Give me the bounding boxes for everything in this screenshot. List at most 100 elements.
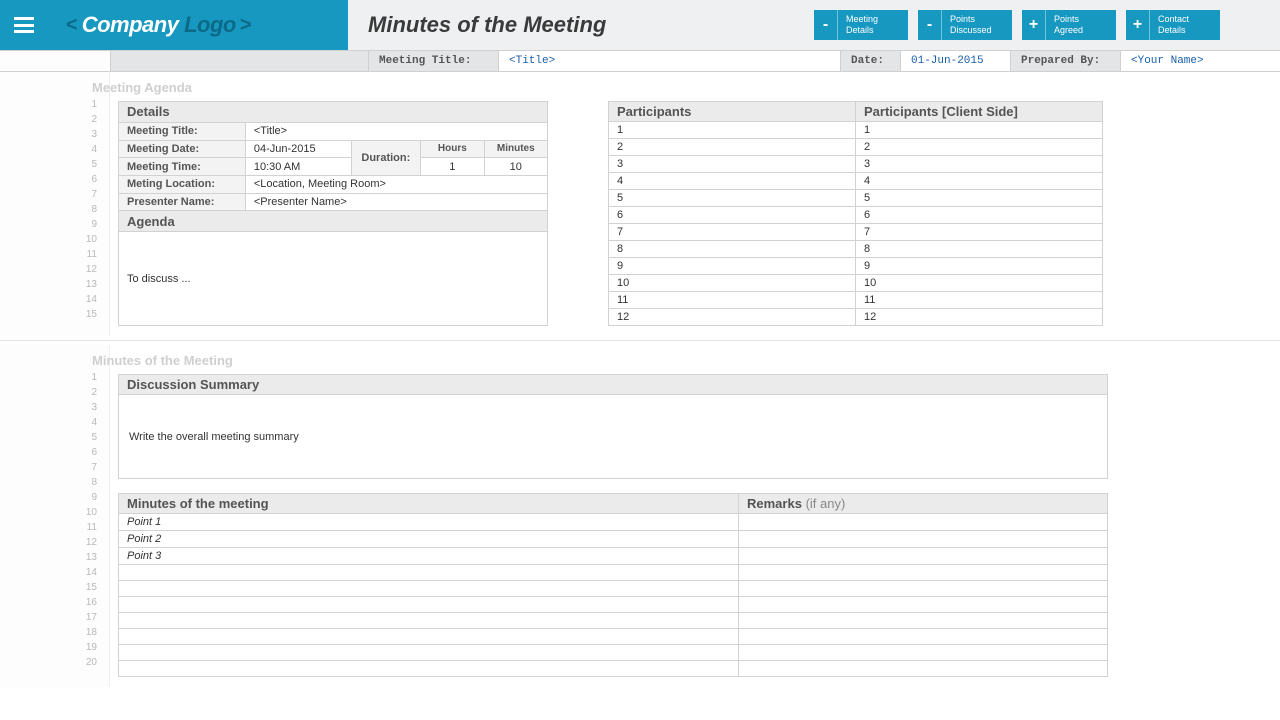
plus-icon: + <box>1126 10 1150 40</box>
participant-client-cell[interactable]: 8 <box>856 241 1103 258</box>
minutes-point-cell[interactable] <box>119 597 739 613</box>
participant-cell[interactable]: 9 <box>609 258 856 275</box>
meta-title-label: Meeting Title: <box>368 51 498 71</box>
row-number: 10 <box>0 232 97 247</box>
participant-cell[interactable]: 4 <box>609 173 856 190</box>
remarks-cell[interactable] <box>739 531 1108 548</box>
row-number: 17 <box>0 610 97 625</box>
participant-cell[interactable]: 12 <box>609 309 856 326</box>
row-number: 5 <box>0 430 97 445</box>
participant-cell[interactable]: 11 <box>609 292 856 309</box>
meeting-date-label: Meeting Date: <box>119 140 246 158</box>
minutes-point-cell[interactable] <box>119 581 739 597</box>
remarks-cell[interactable] <box>739 629 1108 645</box>
participant-client-cell[interactable]: 4 <box>856 173 1103 190</box>
section-divider <box>0 340 1280 341</box>
nav-points-agreed-button[interactable]: + PointsAgreed <box>1022 10 1116 40</box>
row-number: 15 <box>0 580 97 595</box>
row-number: 13 <box>0 277 97 292</box>
participant-cell[interactable]: 6 <box>609 207 856 224</box>
minutes-value[interactable]: 10 <box>484 158 547 176</box>
participant-client-cell[interactable]: 12 <box>856 309 1103 326</box>
hours-value[interactable]: 1 <box>421 158 484 176</box>
participant-cell[interactable]: 3 <box>609 156 856 173</box>
participants-table: Participants Participants [Client Side] … <box>608 101 1103 326</box>
participant-client-cell[interactable]: 3 <box>856 156 1103 173</box>
participant-client-cell[interactable]: 5 <box>856 190 1103 207</box>
remarks-header: Remarks (if any) <box>739 494 1108 514</box>
row-number: 12 <box>0 535 97 550</box>
participants-header: Participants <box>609 102 856 122</box>
participant-client-cell[interactable]: 2 <box>856 139 1103 156</box>
row-number: 12 <box>0 262 97 277</box>
participant-cell[interactable]: 10 <box>609 275 856 292</box>
presenter-value[interactable]: <Presenter Name> <box>245 193 547 211</box>
row-number: 7 <box>0 460 97 475</box>
participant-client-cell[interactable]: 1 <box>856 122 1103 139</box>
participant-client-cell[interactable]: 11 <box>856 292 1103 309</box>
participants-client-header: Participants [Client Side] <box>856 102 1103 122</box>
participant-client-cell[interactable]: 9 <box>856 258 1103 275</box>
row-gutter-agenda: 123456789101112131415 <box>0 72 110 336</box>
remarks-cell[interactable] <box>739 597 1108 613</box>
meta-prepared-value[interactable]: <Your Name> <box>1120 51 1280 71</box>
remarks-cell[interactable] <box>739 645 1108 661</box>
minutes-point-cell[interactable] <box>119 613 739 629</box>
minutes-point-cell[interactable]: Point 1 <box>119 514 739 531</box>
meeting-time-value[interactable]: 10:30 AM <box>245 158 351 176</box>
agenda-body[interactable]: To discuss ... <box>119 232 548 326</box>
meeting-title-value[interactable]: <Title> <box>245 122 547 140</box>
remarks-cell[interactable] <box>739 565 1108 581</box>
meta-date-value[interactable]: 01-Jun-2015 <box>900 51 1010 71</box>
minutes-point-cell[interactable] <box>119 661 739 677</box>
participant-cell[interactable]: 7 <box>609 224 856 241</box>
row-number: 3 <box>0 400 97 415</box>
row-number: 20 <box>0 655 97 670</box>
participant-client-cell[interactable]: 6 <box>856 207 1103 224</box>
details-header: Details <box>119 102 548 123</box>
row-number: 1 <box>0 370 97 385</box>
remarks-cell[interactable] <box>739 661 1108 677</box>
nav-meeting-details-button[interactable]: - MeetingDetails <box>814 10 908 40</box>
participant-cell[interactable]: 1 <box>609 122 856 139</box>
mom-header: Minutes of the meeting <box>119 494 739 514</box>
row-number: 4 <box>0 415 97 430</box>
participant-client-cell[interactable]: 7 <box>856 224 1103 241</box>
hamburger-icon <box>14 17 34 33</box>
remarks-cell[interactable] <box>739 613 1108 629</box>
minutes-point-cell[interactable]: Point 2 <box>119 531 739 548</box>
meta-prepared-label: Prepared By: <box>1010 51 1120 71</box>
minutes-point-cell[interactable] <box>119 645 739 661</box>
row-number: 1 <box>0 97 97 112</box>
summary-body[interactable]: Write the overall meeting summary <box>119 395 1108 479</box>
details-table: Details Meeting Title: <Title> Meeting D… <box>118 101 548 326</box>
remarks-cell[interactable] <box>739 581 1108 597</box>
participant-client-cell[interactable]: 10 <box>856 275 1103 292</box>
remarks-cell[interactable] <box>739 548 1108 565</box>
minutes-point-cell[interactable] <box>119 565 739 581</box>
nav-contact-details-button[interactable]: + ContactDetails <box>1126 10 1220 40</box>
summary-header: Discussion Summary <box>119 375 1108 395</box>
row-number: 11 <box>0 247 97 262</box>
meta-bar: Meeting Title: <Title> Date: 01-Jun-2015… <box>0 50 1280 72</box>
row-number: 2 <box>0 112 97 127</box>
section-heading-agenda: Meeting Agenda <box>92 80 1220 95</box>
minutes-point-cell[interactable]: Point 3 <box>119 548 739 565</box>
participant-cell[interactable]: 5 <box>609 190 856 207</box>
participant-cell[interactable]: 8 <box>609 241 856 258</box>
meeting-time-label: Meeting Time: <box>119 158 246 176</box>
meeting-date-value[interactable]: 04-Jun-2015 <box>245 140 351 158</box>
row-number: 2 <box>0 385 97 400</box>
minutes-label: Minutes <box>484 140 547 158</box>
duration-label: Duration: <box>351 140 421 175</box>
meta-title-value[interactable]: <Title> <box>498 51 840 71</box>
logo-bracket-right: > <box>240 14 252 37</box>
location-value[interactable]: <Location, Meeting Room> <box>245 175 547 193</box>
remarks-cell[interactable] <box>739 514 1108 531</box>
nav-points-discussed-button[interactable]: - PointsDiscussed <box>918 10 1012 40</box>
hamburger-menu-button[interactable] <box>0 0 48 50</box>
participant-cell[interactable]: 2 <box>609 139 856 156</box>
section-heading-minutes: Minutes of the Meeting <box>92 353 1220 368</box>
row-number: 9 <box>0 490 97 505</box>
minutes-point-cell[interactable] <box>119 629 739 645</box>
